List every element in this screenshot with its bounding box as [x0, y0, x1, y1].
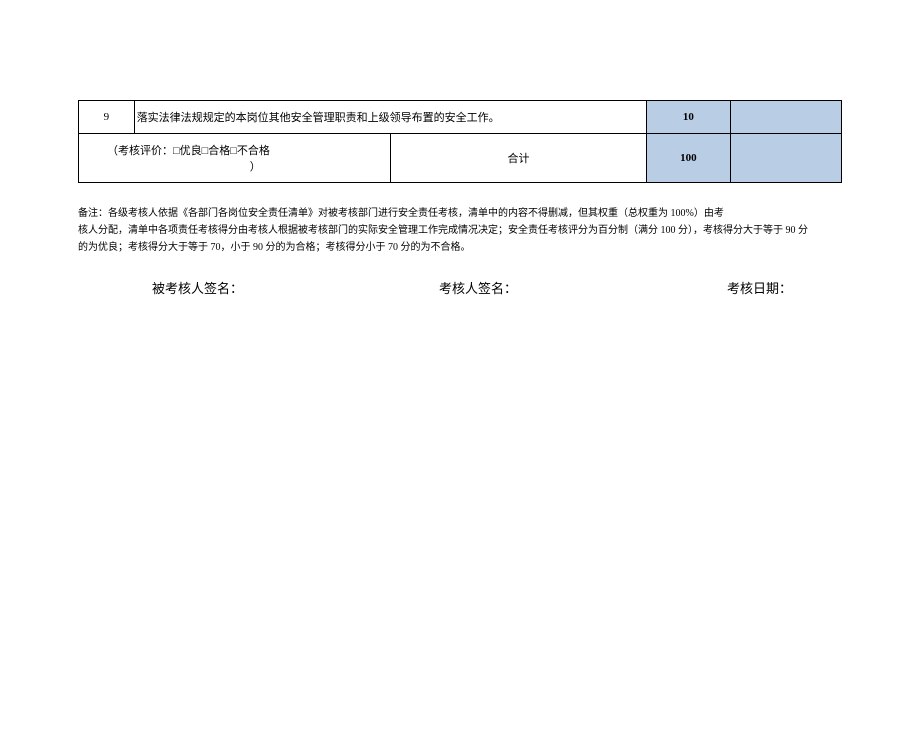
row-score: 10: [647, 101, 731, 134]
table-row: 9 落实法律法规规定的本岗位其他安全管理职责和上级领导布置的安全工作。 10: [79, 101, 842, 134]
total-label: 合计: [390, 134, 646, 183]
note-line: 核人分配，清单中各项责任考核得分由考核人根据被考核部门的实际安全管理工作完成情况…: [78, 222, 842, 239]
assessee-signature-label: 被考核人签名：: [152, 278, 243, 297]
assessment-table: 9 落实法律法规规定的本岗位其他安全管理职责和上级领导布置的安全工作。 10 （…: [78, 100, 842, 183]
note-line: 的为优良；考核得分大于等于 70，小于 90 分的为合格；考核得分小于 70 分…: [78, 239, 842, 256]
total-blank: [730, 134, 841, 183]
row-description: 落实法律法规规定的本岗位其他安全管理职责和上级领导布置的安全工作。: [134, 101, 646, 134]
signature-row: 被考核人签名： 考核人签名： 考核日期：: [78, 278, 842, 297]
assessment-table-section: 9 落实法律法规规定的本岗位其他安全管理职责和上级领导布置的安全工作。 10 （…: [78, 100, 842, 183]
evaluation-close-paren: ）: [250, 161, 261, 173]
evaluation-label: （考核评价：□优良□合格□不合格: [107, 145, 270, 157]
assessor-signature-label: 考核人签名：: [439, 278, 517, 297]
evaluation-cell: （考核评价：□优良□合格□不合格 ）: [79, 134, 391, 183]
notes-section: 备注：各级考核人依据《各部门各岗位安全责任清单》对被考核部门进行安全责任考核，清…: [78, 205, 842, 256]
assessment-date-label: 考核日期：: [727, 278, 792, 297]
note-line: 备注：各级考核人依据《各部门各岗位安全责任清单》对被考核部门进行安全责任考核，清…: [78, 205, 842, 222]
row-index: 9: [79, 101, 135, 134]
table-row-total: （考核评价：□优良□合格□不合格 ） 合计 100: [79, 134, 842, 183]
row-blank: [730, 101, 841, 134]
total-score: 100: [647, 134, 731, 183]
